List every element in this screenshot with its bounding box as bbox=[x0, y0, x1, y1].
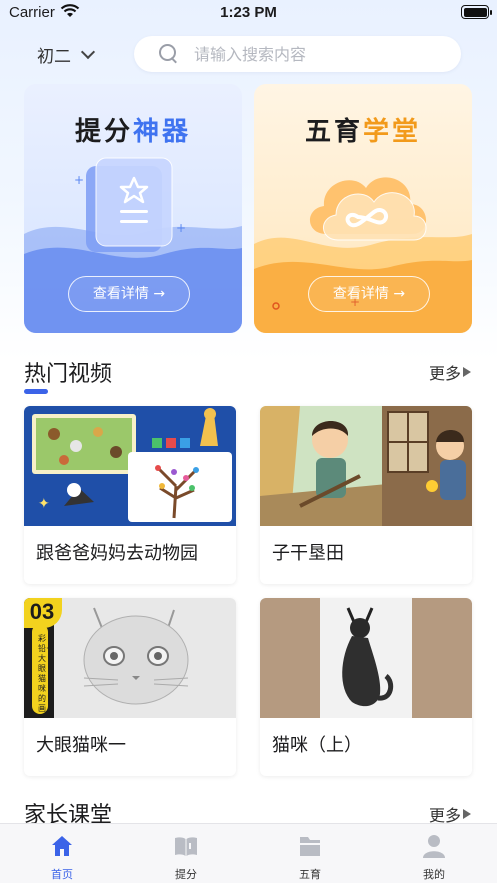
tab-label: 我的 bbox=[423, 868, 445, 881]
grade-selector[interactable]: 初二 bbox=[37, 42, 96, 67]
tab-label: 首页 bbox=[51, 868, 73, 881]
promo-card-score-booster[interactable]: 提分神器 + + 查看详情 → bbox=[24, 84, 242, 333]
tab-home[interactable]: 首页 bbox=[0, 824, 124, 883]
user-icon bbox=[423, 835, 445, 858]
video-card-big-eye-cat[interactable]: 03 彩铅·大眼猫咪的画法 大眼猫咪一 bbox=[24, 598, 236, 776]
video-card-farming[interactable]: 子干垦田 bbox=[260, 406, 472, 584]
clock: 1:23 PM bbox=[220, 4, 277, 21]
promo-card-five-education[interactable]: 五育学堂 + 查看详情 → bbox=[254, 84, 472, 333]
hot-videos-more-link[interactable]: 更多 bbox=[429, 360, 471, 384]
home-icon bbox=[52, 836, 72, 856]
video-title: 跟爸爸妈妈去动物园 bbox=[36, 543, 198, 564]
search-icon bbox=[158, 43, 180, 65]
section-title-hot-videos: 热门视频 bbox=[24, 362, 113, 387]
section-underline bbox=[24, 389, 48, 394]
view-details-button[interactable]: 查看详情 → bbox=[308, 276, 430, 312]
video-card-zoo[interactable]: ✦ 跟爸爸妈妈去动物园 bbox=[24, 406, 236, 584]
status-bar: Carrier 1:23 PM bbox=[0, 0, 497, 26]
video-thumbnail bbox=[260, 406, 472, 526]
tab-score[interactable]: 提分 bbox=[124, 824, 248, 883]
tab-bar: 首页 提分 五育 我的 bbox=[0, 823, 497, 883]
search-input[interactable] bbox=[194, 44, 434, 64]
video-card-cat-part-one[interactable]: 猫咪（上） bbox=[260, 598, 472, 776]
search-bar[interactable] bbox=[134, 36, 461, 72]
svg-text:✦: ✦ bbox=[38, 496, 50, 512]
book-icon bbox=[175, 837, 197, 856]
tab-label: 五育 bbox=[299, 868, 321, 881]
grade-label: 初二 bbox=[37, 47, 71, 67]
view-details-button[interactable]: 查看详情 → bbox=[68, 276, 190, 312]
chevron-down-icon bbox=[80, 44, 96, 59]
triangle-right-icon bbox=[463, 809, 471, 819]
video-title: 猫咪（上） bbox=[272, 735, 362, 756]
video-thumbnail: ✦ bbox=[24, 406, 236, 526]
svg-text:+: + bbox=[176, 221, 186, 235]
folder-icon bbox=[300, 837, 320, 856]
triangle-right-icon bbox=[463, 367, 471, 377]
tab-five-education[interactable]: 五育 bbox=[248, 824, 372, 883]
video-title: 子干垦田 bbox=[272, 543, 344, 564]
svg-text:+: + bbox=[74, 173, 84, 187]
video-thumbnail: 03 彩铅·大眼猫咪的画法 bbox=[24, 598, 236, 718]
tab-label: 提分 bbox=[175, 868, 197, 881]
battery-icon bbox=[461, 5, 492, 19]
tab-profile[interactable]: 我的 bbox=[372, 824, 496, 883]
video-title: 大眼猫咪一 bbox=[36, 735, 126, 756]
video-thumbnail bbox=[260, 598, 472, 718]
thumbnail-side-text: 彩铅·大眼猫咪的画法 bbox=[38, 634, 49, 718]
